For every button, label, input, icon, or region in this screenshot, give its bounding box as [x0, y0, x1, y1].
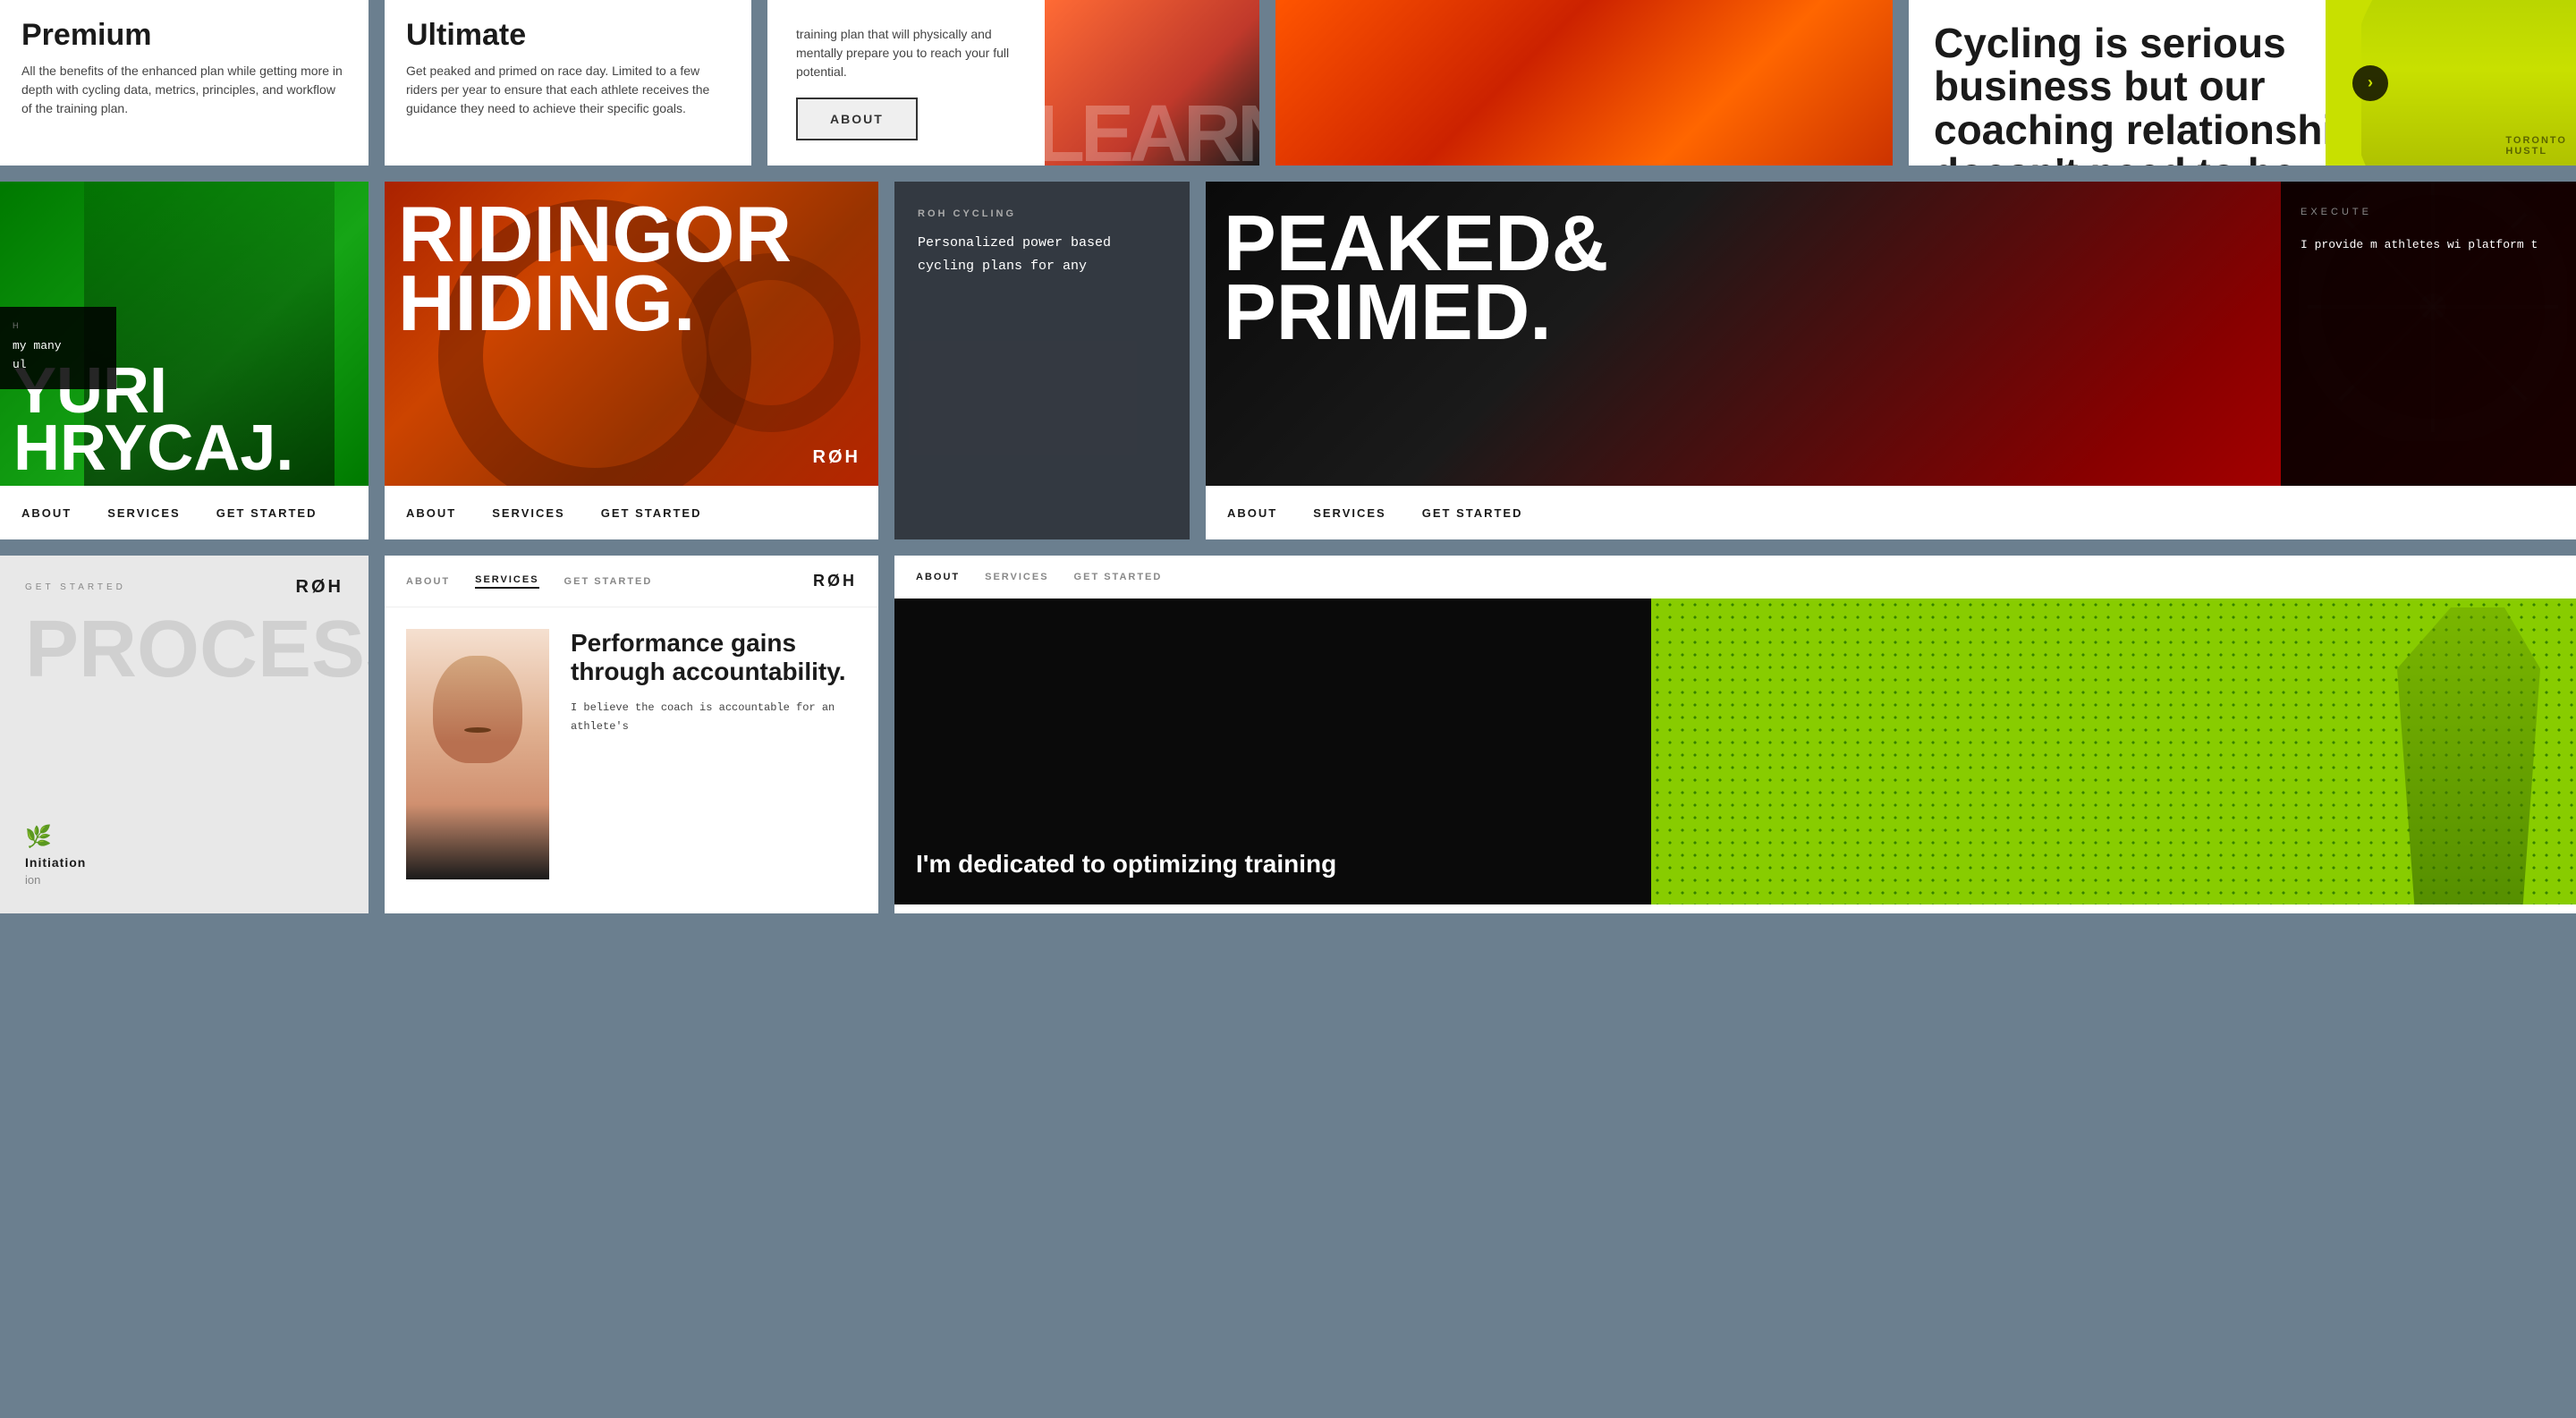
nav-about-optim[interactable]: ABOUT [916, 572, 960, 582]
peaked-primed-card: PEAKED& PRIMED. EXECUTE I provide m athl… [1206, 182, 2576, 539]
riding-text-block: RIDINGOR HIDING. [398, 200, 792, 338]
nav-about-riding[interactable]: ABOUT [406, 506, 456, 520]
nav-services-peaked[interactable]: SERVICES [1313, 506, 1386, 520]
about-button[interactable]: ABOUT [796, 98, 918, 140]
roh-cycling-info: ROH CYCLING Personalized power based cyc… [894, 182, 1190, 539]
coach-portrait [406, 629, 549, 879]
bike-image [1045, 0, 1259, 166]
nav-services-perf[interactable]: SERVICES [475, 574, 538, 589]
peaked-nav-bar: ABOUT SERVICES GET STARTED [1206, 486, 2576, 539]
row-2: H my manyul YURI HRYCAJ. ABOUT SERVICES … [0, 182, 2576, 539]
last-name: HRYCAJ. [13, 420, 355, 477]
optim-green-bg [1651, 599, 2576, 904]
optim-content: I'm dedicated to optimizing training [894, 599, 2576, 904]
roh-cycling-text: Personalized power based cycling plans f… [918, 232, 1166, 277]
bike-photo [1275, 0, 1893, 166]
execute-label: EXECUTE [2301, 207, 2556, 217]
nav-services[interactable]: SERVICES [107, 506, 181, 520]
riding-line2: HIDING. [398, 268, 792, 337]
training-plan-text: training plan that will physically and m… [796, 25, 1016, 81]
bike-closeup-card [1275, 0, 1893, 166]
riding-hiding-card: RIDINGOR HIDING. RØH ABOUT SERVICES GET … [385, 182, 878, 539]
execute-panel: EXECUTE I provide m athletes wi platform… [2281, 182, 2576, 486]
optim-nav: ABOUT SERVICES GET STARTED [894, 556, 2576, 599]
ultimate-title: Ultimate [406, 18, 730, 53]
nav-about-perf[interactable]: ABOUT [406, 576, 450, 587]
premium-title: Premium [21, 18, 347, 53]
optimizing-card: ABOUT SERVICES GET STARTED I'm [894, 556, 2576, 913]
initiation-icon: 🌿 [25, 824, 86, 850]
athlete-yellow-bg: TORONTOHUSTL › [2326, 0, 2576, 166]
nav-get-started[interactable]: GET STARTED [216, 506, 318, 520]
ultimate-desc: Get peaked and primed on race day. Limit… [406, 62, 730, 118]
side-label: H [13, 321, 104, 330]
riding-nav-bar: ABOUT SERVICES GET STARTED [385, 486, 878, 539]
initiation-label: Initiation [25, 855, 86, 870]
training-plan-card: training plan that will physically and m… [767, 0, 1259, 166]
nav-get-started-peaked[interactable]: GET STARTED [1422, 506, 1523, 520]
process-big-text: PROCESS [25, 614, 343, 686]
perf-content: Performance gains through accountability… [385, 607, 878, 901]
peaked-line2: PRIMED. [1224, 277, 1608, 346]
premium-desc: All the benefits of the enhanced plan wh… [21, 62, 347, 118]
side-info-panel: H my manyul [0, 307, 116, 389]
execute-body: I provide m athletes wi platform t [2301, 235, 2556, 255]
row-3: GET STARTED PROCESS RØH 🌿 Initiation ion… [0, 556, 2576, 913]
side-body: my manyul [13, 337, 104, 375]
yuri-nav-bar: ABOUT SERVICES GET STARTED [0, 486, 369, 539]
cycling-serious-card: Cycling is serious business but our coac… [1909, 0, 2576, 166]
mustache [464, 727, 491, 733]
perf-nav: ABOUT SERVICES GET STARTED RØH [385, 556, 878, 607]
roh-logo-process: RØH [296, 577, 343, 598]
nav-get-started-riding[interactable]: GET STARTED [601, 506, 702, 520]
nav-get-started-perf[interactable]: GET STARTED [564, 576, 653, 587]
initiation-bottom: ion [25, 873, 86, 887]
yuri-hrycaj-card: H my manyul YURI HRYCAJ. ABOUT SERVICES … [0, 182, 369, 539]
premium-card: Premium All the benefits of the enhanced… [0, 0, 369, 166]
head-shape [433, 656, 522, 763]
nav-about-peaked[interactable]: ABOUT [1227, 506, 1277, 520]
peaked-text-block: PEAKED& PRIMED. [1224, 208, 1608, 347]
jersey-text: TORONTOHUSTL [2505, 135, 2567, 157]
roh-logo-riding: RØH [813, 447, 860, 468]
ultimate-card: Ultimate Get peaked and primed on race d… [385, 0, 751, 166]
nav-services-riding[interactable]: SERVICES [492, 506, 565, 520]
nav-about[interactable]: ABOUT [21, 506, 72, 520]
nav-get-started-optim[interactable]: GET STARTED [1074, 572, 1163, 582]
nav-services-optim[interactable]: SERVICES [985, 572, 1048, 582]
roh-cycling-label: ROH CYCLING [918, 208, 1166, 219]
perf-text: Performance gains through accountability… [571, 629, 857, 879]
perf-headline: Performance gains through accountability… [571, 629, 857, 686]
arrow-icon[interactable]: › [2352, 65, 2388, 101]
perf-body: I believe the coach is accountable for a… [571, 699, 857, 735]
process-card: GET STARTED PROCESS RØH 🌿 Initiation ion [0, 556, 369, 913]
optim-headline: I'm dedicated to optimizing training [916, 849, 1336, 879]
roh-logo-perf: RØH [813, 572, 857, 590]
initiation-block: 🌿 Initiation ion [25, 824, 86, 887]
row-1: Premium All the benefits of the enhanced… [0, 0, 2576, 166]
optim-bottom-text: I'm dedicated to optimizing training [916, 849, 1336, 879]
performance-card: ABOUT SERVICES GET STARTED RØH P [385, 556, 878, 913]
